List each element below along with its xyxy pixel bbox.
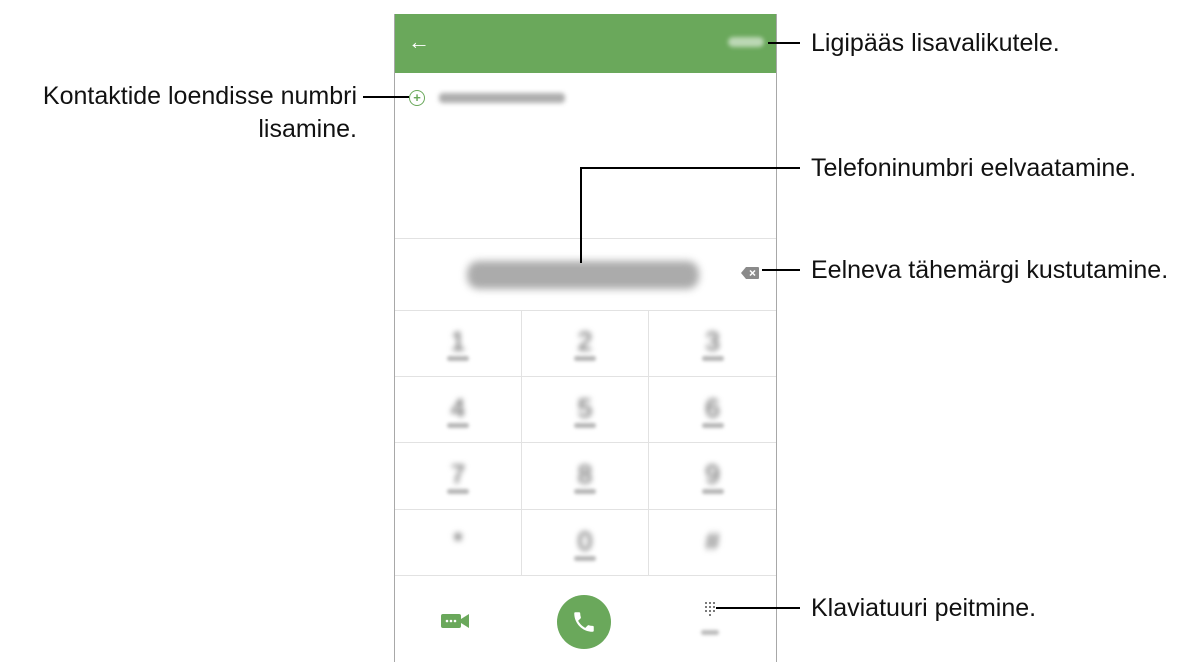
callout-hide-keypad: Klaviatuuri peitmine. bbox=[811, 594, 1037, 622]
key-1[interactable]: 1 bbox=[395, 310, 522, 377]
key-digit: 7 bbox=[450, 459, 466, 489]
key-hash[interactable]: # bbox=[649, 510, 776, 576]
key-letters bbox=[447, 489, 469, 494]
key-2[interactable]: 2 bbox=[522, 310, 649, 377]
key-6[interactable]: 6 bbox=[649, 377, 776, 443]
key-letters bbox=[574, 489, 596, 494]
number-preview-area bbox=[395, 238, 776, 311]
callout-line-hide bbox=[716, 607, 800, 609]
key-0[interactable]: 0 bbox=[522, 509, 649, 576]
number-preview bbox=[467, 261, 699, 289]
add-to-contacts-row[interactable]: + bbox=[409, 88, 565, 108]
callout-line-add-contact bbox=[363, 96, 409, 98]
key-digit: 0 bbox=[577, 525, 593, 556]
key-9[interactable]: 9 bbox=[649, 443, 776, 510]
key-7[interactable]: 7 bbox=[395, 443, 522, 510]
callout-delete-char: Eelneva tähemärgi kustutamine. bbox=[811, 256, 1169, 284]
hide-keypad-label bbox=[701, 630, 719, 635]
callout-more-options: Ligipääs lisavalikutele. bbox=[811, 29, 1060, 57]
key-digit: # bbox=[705, 525, 720, 556]
add-to-contacts-label bbox=[439, 93, 565, 103]
key-letters bbox=[574, 555, 596, 561]
key-digit: 2 bbox=[577, 326, 593, 356]
key-digit: 8 bbox=[577, 459, 593, 489]
more-options-button[interactable] bbox=[728, 37, 764, 47]
plus-circle-icon[interactable]: + bbox=[409, 90, 425, 106]
key-digit: 3 bbox=[705, 326, 720, 356]
callout-add-contact-line2: lisamine. bbox=[258, 115, 357, 143]
callout-line-backspace bbox=[762, 269, 800, 271]
key-3[interactable]: 3 bbox=[649, 310, 776, 377]
key-letters bbox=[574, 356, 596, 361]
key-letters bbox=[701, 356, 724, 361]
key-4[interactable]: 4 bbox=[395, 376, 522, 443]
phone-screen: ← + 1 2 3 4 5 6 7 8 9 * 0 # bbox=[394, 14, 777, 662]
key-letters bbox=[447, 422, 469, 428]
key-letters bbox=[447, 356, 469, 361]
app-bar: ← bbox=[395, 14, 776, 73]
key-digit: * bbox=[452, 525, 464, 556]
key-digit: 1 bbox=[450, 326, 466, 356]
key-digit: 4 bbox=[450, 392, 466, 423]
keypad-grid-icon bbox=[705, 602, 715, 616]
dial-keypad: 1 2 3 4 5 6 7 8 9 * 0 # bbox=[395, 310, 776, 576]
key-8[interactable]: 8 bbox=[522, 443, 649, 510]
callout-line-more bbox=[768, 42, 800, 44]
key-5[interactable]: 5 bbox=[522, 376, 649, 443]
key-letters bbox=[701, 422, 724, 428]
backspace-icon[interactable] bbox=[741, 267, 759, 279]
callout-line-preview-v bbox=[580, 167, 582, 263]
back-arrow-icon[interactable]: ← bbox=[407, 30, 431, 54]
callout-add-contact-line1: Kontaktide loendisse numbri bbox=[42, 82, 357, 110]
key-letters bbox=[701, 489, 724, 494]
key-letters bbox=[574, 422, 596, 428]
call-actions-bar bbox=[395, 576, 776, 662]
key-star[interactable]: * bbox=[395, 509, 522, 576]
key-digit: 6 bbox=[705, 392, 720, 423]
callout-line-preview-h bbox=[580, 167, 800, 169]
callout-preview: Telefoninumbri eelvaatamine. bbox=[811, 154, 1137, 182]
video-call-icon[interactable] bbox=[441, 613, 469, 629]
key-digit: 9 bbox=[705, 459, 720, 489]
phone-icon bbox=[574, 612, 594, 632]
call-button[interactable] bbox=[557, 595, 611, 649]
key-digit: 5 bbox=[577, 392, 593, 423]
